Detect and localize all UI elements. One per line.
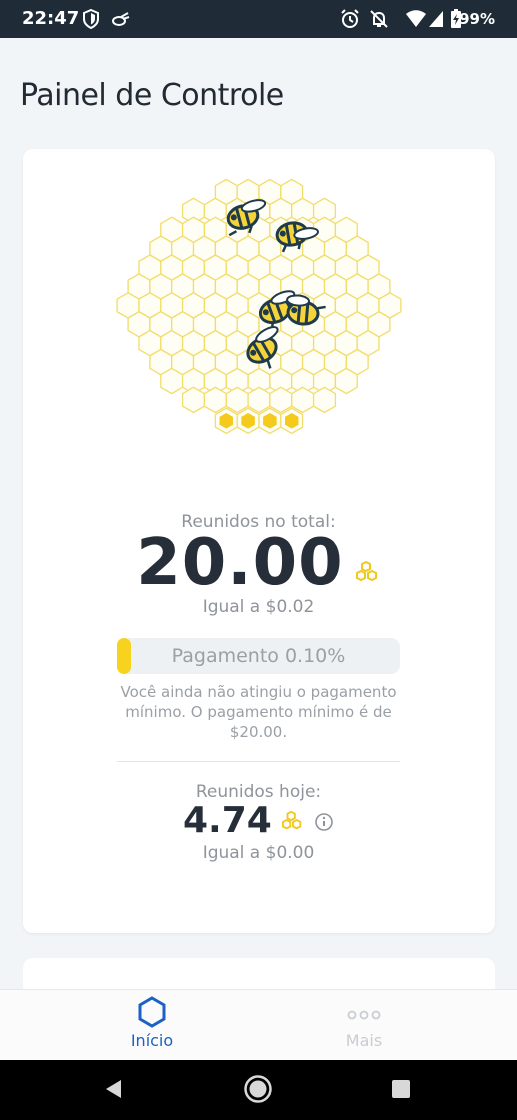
payment-note-line: mínimo. O pagamento mínimo é de bbox=[125, 703, 392, 721]
nav-label: Início bbox=[130, 1031, 174, 1050]
payment-note-line: $20.00. bbox=[229, 723, 288, 741]
honeycomb-cell bbox=[247, 386, 271, 414]
nav-item-inicio[interactable]: Início bbox=[92, 990, 212, 1061]
today-equal: Igual a $0.00 bbox=[202, 843, 315, 863]
system-nav-bar bbox=[0, 1060, 517, 1120]
total-equal: Igual a $0.02 bbox=[202, 597, 315, 617]
honeycomb-cell bbox=[203, 386, 227, 414]
honeycomb-cell bbox=[291, 386, 315, 414]
honeycomb-cell bbox=[181, 386, 206, 414]
divider bbox=[117, 761, 400, 762]
payment-note: Você ainda não atingiu o pagamento mínim… bbox=[0, 682, 517, 742]
more-dots-icon bbox=[347, 1010, 381, 1020]
back-icon[interactable] bbox=[104, 1079, 124, 1099]
today-row: 4.74 bbox=[0, 800, 517, 844]
payment-progress-label: Pagamento 0.10% bbox=[171, 645, 346, 667]
hexagon-icon bbox=[138, 996, 166, 1028]
honeycomb-cell bbox=[334, 367, 358, 395]
honeycomb-cell bbox=[160, 367, 184, 395]
payment-progress-bar: Pagamento 0.10% bbox=[117, 638, 400, 674]
honeycomb-cell bbox=[269, 386, 293, 414]
honeycomb-cell bbox=[312, 386, 337, 414]
info-icon[interactable] bbox=[314, 812, 334, 832]
total-value: 20.00 bbox=[136, 526, 344, 600]
home-icon[interactable] bbox=[243, 1074, 273, 1104]
honeycomb-icon bbox=[355, 560, 377, 582]
total-row: 20.00 bbox=[0, 526, 517, 606]
today-label: Reunidos hoje: bbox=[195, 782, 322, 802]
today-value: 4.74 bbox=[182, 800, 272, 841]
honeycomb-icon bbox=[281, 810, 302, 830]
payment-note-line: Você ainda não atingiu o pagamento bbox=[120, 683, 397, 701]
honeycomb-illustration bbox=[116, 178, 402, 435]
nav-label: Mais bbox=[345, 1031, 383, 1050]
nav-item-mais[interactable]: Mais bbox=[304, 990, 424, 1061]
honeycomb-cell bbox=[225, 386, 249, 414]
bottom-nav: Início Mais bbox=[0, 989, 517, 1061]
recents-icon[interactable] bbox=[391, 1079, 411, 1099]
